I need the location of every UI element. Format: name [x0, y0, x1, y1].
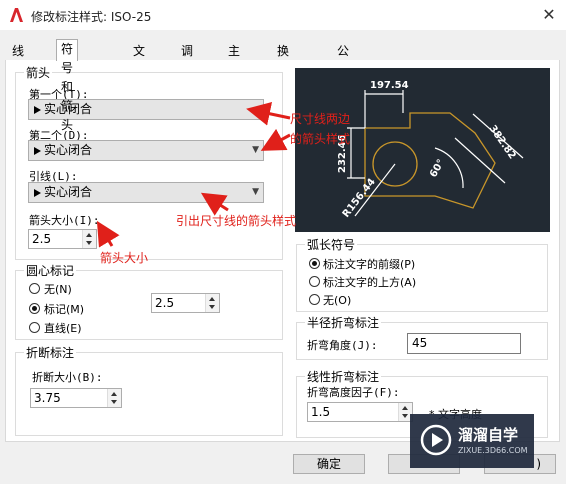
annot-arrow-leader	[200, 192, 229, 216]
annot-arrow-second	[260, 128, 291, 151]
play-logo-icon	[420, 424, 452, 456]
tab-symbols-arrows[interactable]: 符号和箭头	[56, 39, 79, 132]
ok-button[interactable]: 确定	[293, 454, 365, 474]
annot-arrow-first	[246, 101, 291, 126]
annotation-leader-style: 引出尺寸线的箭头样式	[176, 214, 297, 228]
watermark-site: ZIXUE.3D66.COM	[458, 446, 528, 455]
annotation-arrows	[96, 101, 291, 248]
watermark-brand: 溜溜自学	[458, 426, 519, 444]
watermark: 溜溜自学 ZIXUE.3D66.COM	[410, 414, 534, 468]
annotation-arrow-size: 箭头大小	[100, 251, 149, 265]
annot-arrow-size	[96, 220, 120, 248]
annotation-dimline-sides: 尺寸线两边	[290, 112, 351, 126]
annotation-arrow-style: 的箭头样式	[290, 132, 351, 146]
